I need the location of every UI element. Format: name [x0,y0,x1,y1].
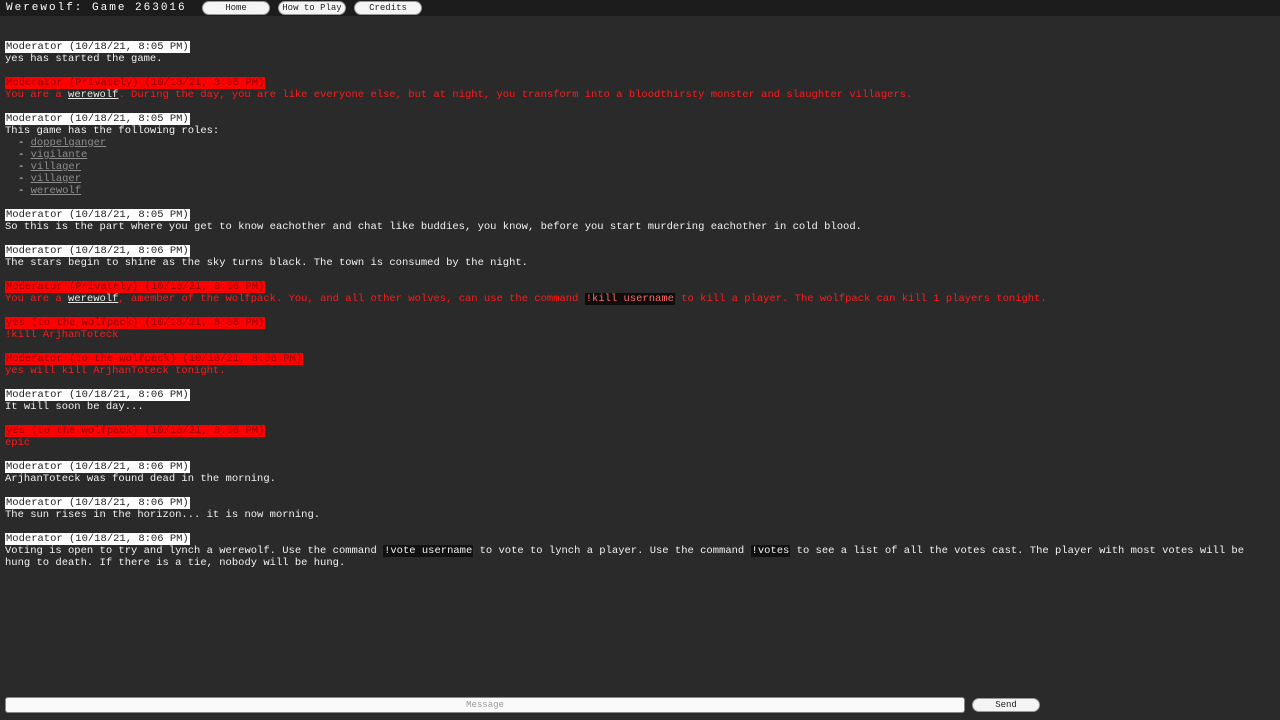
message-header: Moderator (10/18/21, 8:06 PM) [5,389,190,401]
role-item: - villager [18,161,82,173]
message-text: Voting is open to try and lynch a werewo… [5,545,384,557]
message-body: The stars begin to shine as the sky turn… [5,257,528,269]
message-body: You are a werewolf. During the day, you … [5,89,1270,101]
role-link[interactable]: villager [31,173,81,185]
message-body: The sun rises in the horizon... it is no… [5,509,321,521]
message-body: It will soon be day... [5,401,144,413]
message-header: Moderator (10/18/21, 8:05 PM) [5,209,190,221]
message-body: yes will kill ArjhanToteck tonight. [5,365,226,377]
message-composer: Send [5,697,1045,713]
message-body: !kill ArjhanToteck [5,329,119,341]
chat-message-wolfpack: Moderator (to the wolfpack) (10/18/21, 8… [5,353,1270,377]
message-header: yes (to the wolfpack) (10/18/21, 8:06 PM… [5,425,266,437]
role-link[interactable]: vigilante [31,149,88,161]
role-link[interactable]: werewolf [31,185,81,197]
message-text: You are a [5,293,69,305]
message-body: ArjhanToteck was found dead in the morni… [5,473,276,485]
message-input[interactable] [5,697,965,713]
send-button[interactable]: Send [972,698,1040,712]
role-link[interactable]: villager [31,161,81,173]
chat-message: Moderator (10/18/21, 8:06 PM) ArjhanTote… [5,461,1270,485]
message-body: You are a werewolf, amember of the wolfp… [5,293,1270,305]
chat-message: Moderator (10/18/21, 8:06 PM) The stars … [5,245,1270,269]
message-header: Moderator (10/18/21, 8:06 PM) [5,533,190,545]
role-link[interactable]: doppelganger [31,137,107,149]
chat-message: Moderator (10/18/21, 8:05 PM) yes has st… [5,41,1270,65]
command-votes: !votes [750,545,791,557]
chat-message-private: Moderator (Privately) (10/18/21, 8:05 PM… [5,77,1270,101]
message-text: You are a [5,89,69,101]
message-body: So this is the part where you get to kno… [5,221,862,233]
top-bar: Werewolf: Game 263016 Home How to Play C… [0,0,1280,16]
chat-message-wolfpack: yes (to the wolfpack) (10/18/21, 8:06 PM… [5,317,1270,341]
chat-message-private: Moderator (Privately) (10/18/21, 8:06 PM… [5,281,1270,305]
role-item: - doppelganger [18,137,107,149]
message-header: Moderator (10/18/21, 8:06 PM) [5,245,190,257]
message-header: Moderator (10/18/21, 8:05 PM) [5,41,190,53]
message-header: Moderator (10/18/21, 8:06 PM) [5,497,190,509]
message-header: Moderator (Privately) (10/18/21, 8:05 PM… [5,77,266,89]
credits-button[interactable]: Credits [354,1,422,15]
chat-message-wolfpack: yes (to the wolfpack) (10/18/21, 8:06 PM… [5,425,1270,449]
message-text: to kill a player. The wolfpack can kill … [674,293,1047,305]
message-header: Moderator (10/18/21, 8:06 PM) [5,461,190,473]
message-body: epic [5,437,31,449]
message-body: This game has the following roles: [5,125,220,137]
role-item: - vigilante [18,149,88,161]
chat-message: Moderator (10/18/21, 8:05 PM) This game … [5,113,1270,197]
message-header: yes (to the wolfpack) (10/18/21, 8:06 PM… [5,317,266,329]
chat-log: Moderator (10/18/21, 8:05 PM) yes has st… [5,41,1270,581]
message-text: to vote to lynch a player. Use the comma… [473,545,751,557]
message-header: Moderator (to the wolfpack) (10/18/21, 8… [5,353,304,365]
message-header: Moderator (10/18/21, 8:05 PM) [5,113,190,125]
game-title: Werewolf: Game 263016 [6,2,187,14]
role-link-werewolf[interactable]: werewolf [68,89,118,101]
command-kill: !kill username [584,293,675,305]
role-item: - werewolf [18,185,82,197]
message-text: . During the day, you are like everyone … [118,89,913,101]
message-body: yes has started the game. [5,53,163,65]
home-button[interactable]: Home [202,1,270,15]
command-vote: !vote username [383,545,474,557]
role-link-werewolf[interactable]: werewolf [68,293,118,305]
chat-message: Moderator (10/18/21, 8:06 PM) The sun ri… [5,497,1270,521]
message-header: Moderator (Privately) (10/18/21, 8:06 PM… [5,281,266,293]
message-body: Voting is open to try and lynch a werewo… [5,545,1270,569]
message-text: , amember of the wolfpack. You, and all … [118,293,585,305]
chat-message: Moderator (10/18/21, 8:05 PM) So this is… [5,209,1270,233]
role-item: - villager [18,173,82,185]
chat-message: Moderator (10/18/21, 8:06 PM) Voting is … [5,533,1270,569]
chat-message: Moderator (10/18/21, 8:06 PM) It will so… [5,389,1270,413]
roles-list: - doppelganger - vigilante - villager - … [5,137,1270,197]
how-to-play-button[interactable]: How to Play [278,1,346,15]
